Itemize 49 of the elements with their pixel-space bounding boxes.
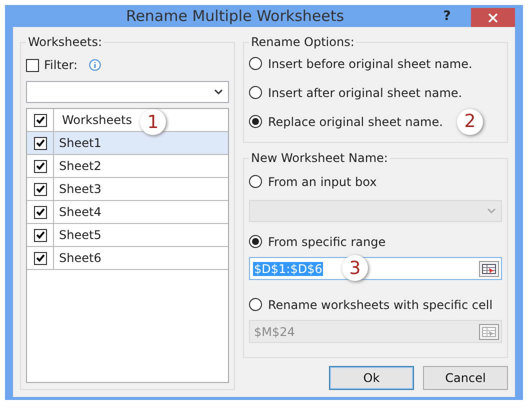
list-row[interactable]: Sheet2: [27, 155, 228, 178]
sheet-name: Sheet6: [58, 250, 102, 267]
sheet-name: Sheet1: [58, 135, 102, 152]
checkbox[interactable]: [34, 252, 46, 264]
dropdown-caret-icon[interactable]: [214, 89, 223, 95]
sheet-name: Sheet4: [58, 204, 102, 221]
range-select-icon[interactable]: [482, 264, 496, 274]
sheet-name: Sheet3: [58, 181, 102, 198]
close-icon[interactable]: [488, 12, 498, 22]
info-icon[interactable]: [88, 59, 101, 71]
option-label[interactable]: Insert after original sheet name.: [268, 86, 462, 100]
radio-button[interactable]: [249, 57, 262, 70]
option-label[interactable]: From specific range: [268, 234, 386, 248]
range-picker-button[interactable]: [479, 260, 499, 276]
range-field[interactable]: $D$1:$D$6 3: [249, 257, 502, 280]
checkbox[interactable]: [26, 58, 39, 72]
checkbox[interactable]: [34, 136, 46, 150]
checkbox[interactable]: [34, 114, 46, 126]
checkbox[interactable]: [34, 160, 46, 172]
step-number: 2: [456, 108, 483, 134]
group-title: New Worksheet Name:: [250, 151, 389, 165]
range-value: $M$24: [253, 324, 296, 338]
sheet-name: Sheet5: [58, 227, 102, 244]
dialog-button[interactable]: Cancel: [423, 366, 508, 390]
filter-label: Filter:: [44, 58, 78, 72]
list-row[interactable]: Sheet3: [27, 178, 228, 201]
sheet-name: Sheet2: [58, 158, 102, 175]
option-label[interactable]: Replace original sheet name.: [268, 114, 443, 128]
radio-button[interactable]: [249, 86, 262, 99]
range-value: $D$1:$D$6: [253, 262, 324, 276]
step-number: 1: [140, 109, 166, 135]
group-title: Worksheets:: [27, 35, 104, 49]
option-label[interactable]: Insert before original sheet name.: [268, 56, 472, 70]
list-row[interactable]: Sheet6: [27, 247, 228, 270]
step-number: 3: [342, 255, 368, 281]
radio-button[interactable]: [249, 115, 262, 128]
list-row[interactable]: Sheet5: [27, 224, 228, 247]
checkbox[interactable]: [34, 182, 46, 196]
list-row[interactable]: Sheet4: [27, 201, 228, 224]
checkbox[interactable]: [34, 206, 46, 218]
list-row[interactable]: Sheet1: [27, 132, 228, 155]
radio-button[interactable]: [249, 235, 262, 248]
group-title: Rename Options:: [250, 35, 356, 49]
checkbox[interactable]: [34, 228, 46, 242]
window-title: Rename Multiple Worksheets: [124, 7, 346, 25]
dialog-button[interactable]: Ok: [329, 366, 414, 390]
column-header[interactable]: Worksheets: [54, 109, 132, 131]
close-button[interactable]: [471, 8, 515, 27]
help-button[interactable]: ?: [437, 8, 457, 24]
